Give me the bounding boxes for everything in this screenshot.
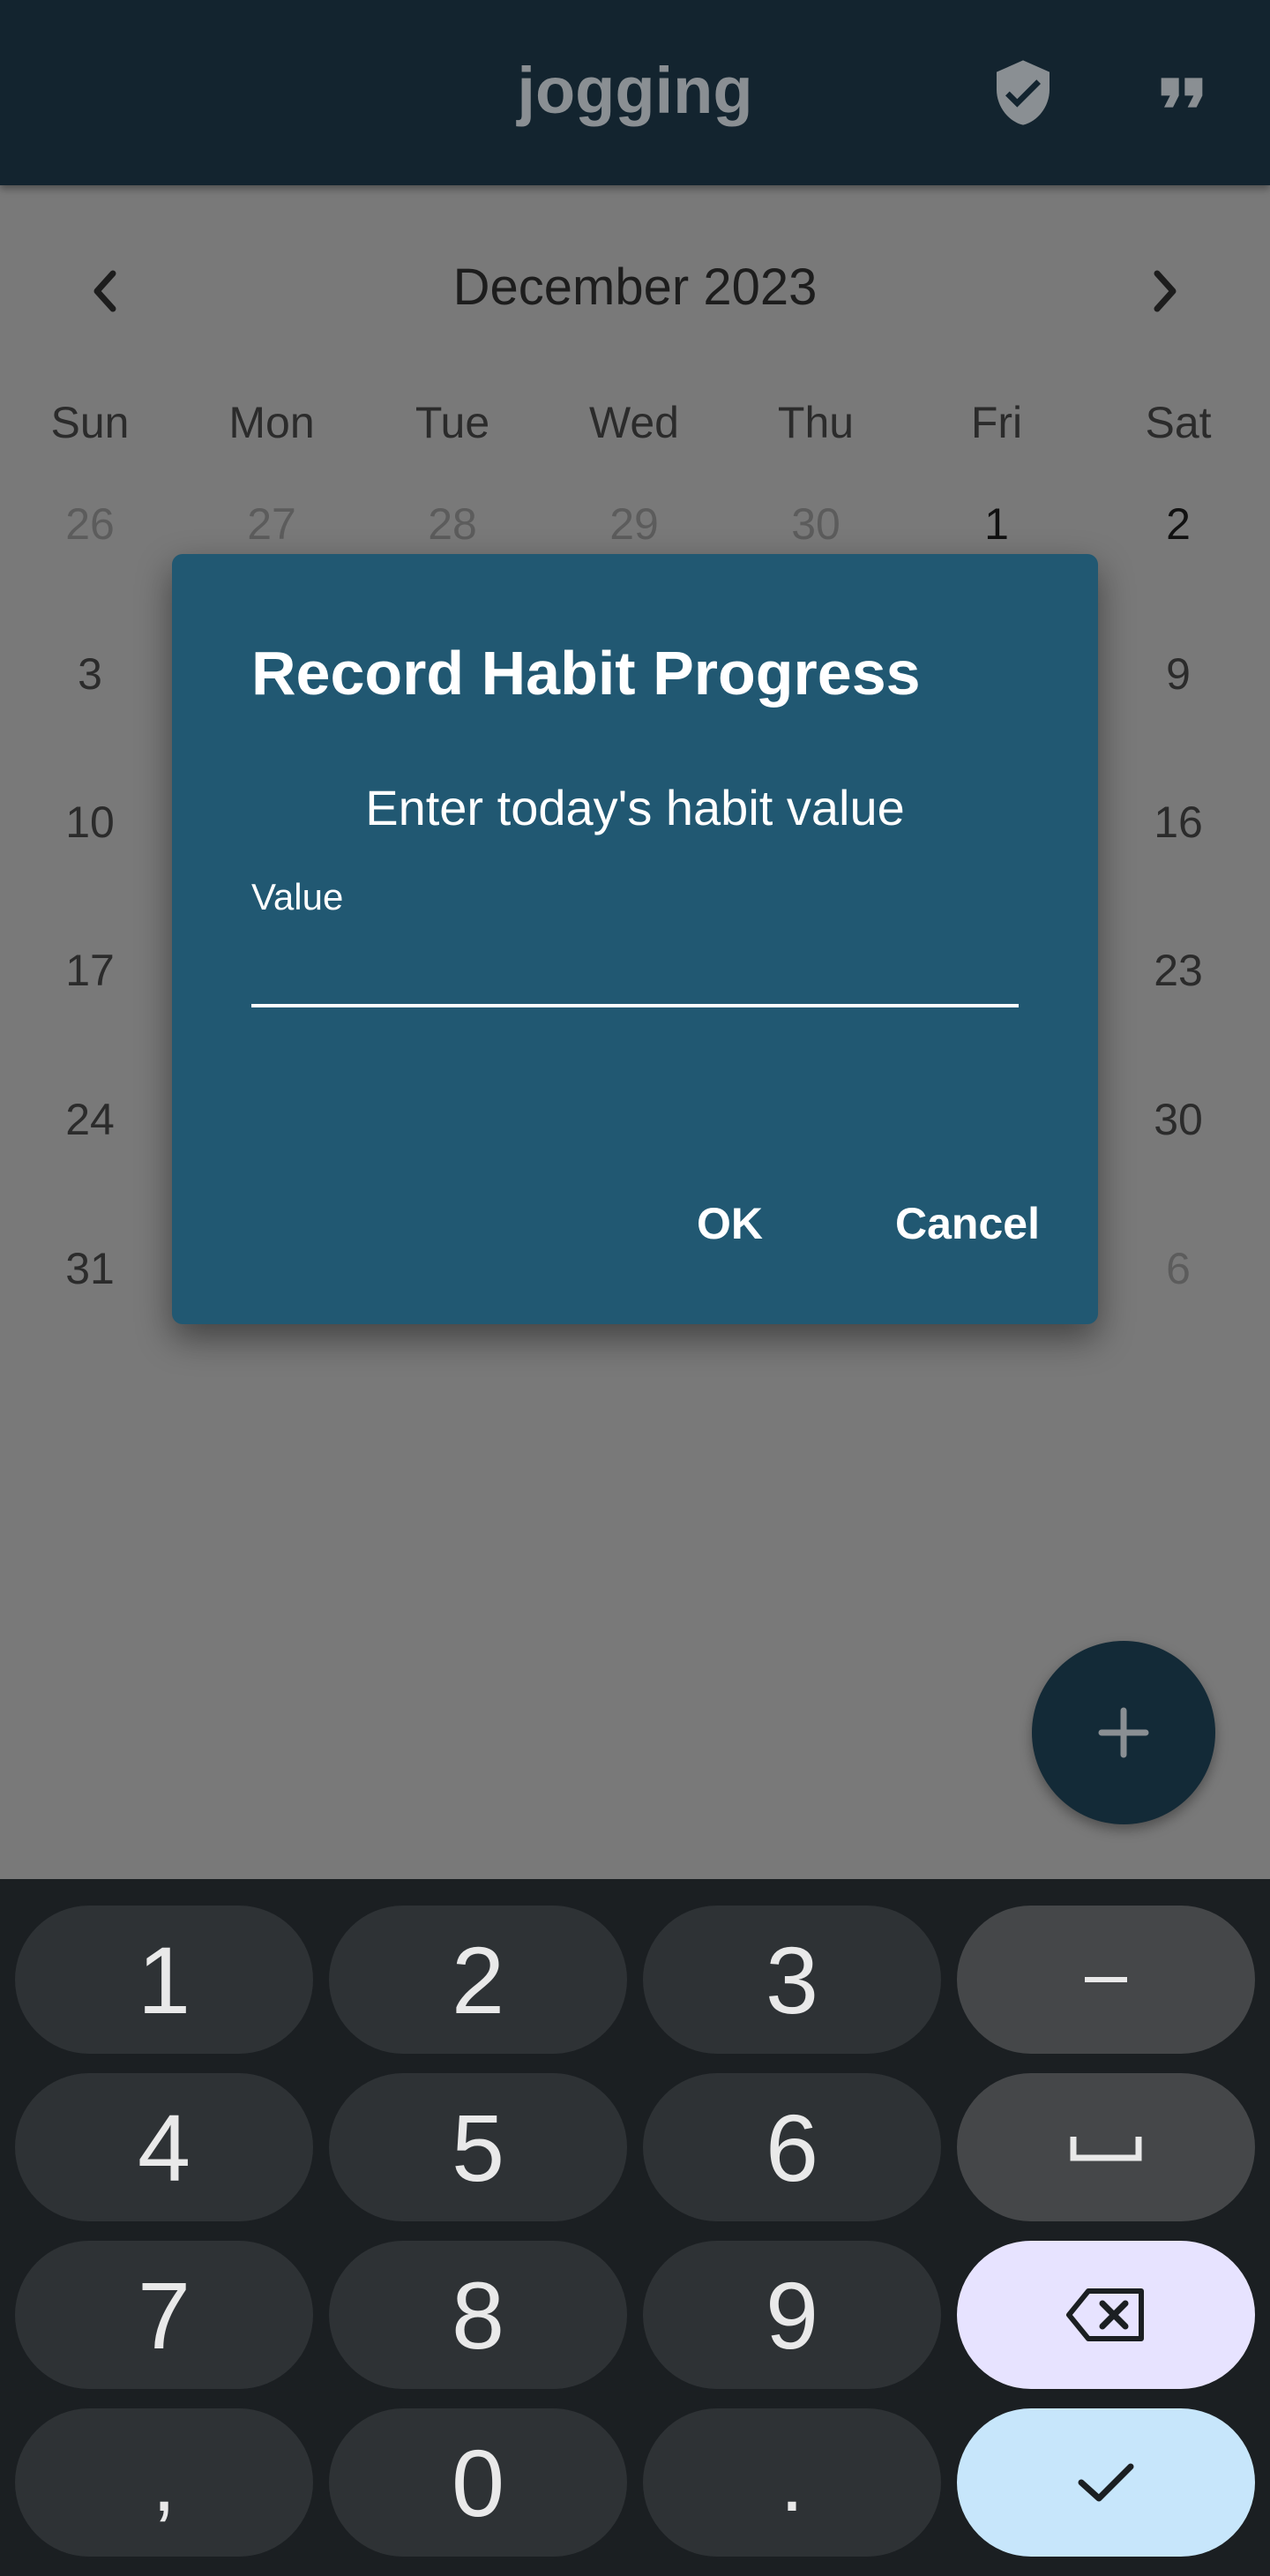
calendar-day[interactable]: 16	[1112, 797, 1244, 848]
dialog-title: Record Habit Progress	[251, 639, 921, 708]
add-fab-button[interactable]	[1032, 1641, 1215, 1824]
weekday-label: Sat	[1145, 398, 1212, 447]
calendar-day[interactable]: 6	[1112, 1243, 1244, 1294]
calendar-day[interactable]: 10	[24, 797, 156, 848]
key-1[interactable]: 1	[15, 1906, 313, 2054]
ok-button[interactable]: OK	[688, 1189, 772, 1258]
key-7[interactable]: 7	[15, 2241, 313, 2389]
key-5[interactable]: 5	[329, 2073, 627, 2221]
minus-icon	[1085, 1977, 1127, 1982]
record-progress-dialog: Record Habit Progress Enter today's habi…	[172, 554, 1098, 1324]
format-quote-icon[interactable]	[1147, 57, 1217, 128]
plus-icon	[1098, 1707, 1149, 1758]
weekday-label: Thu	[777, 398, 855, 447]
next-month-button[interactable]	[1138, 256, 1191, 326]
calendar-day[interactable]: 1	[930, 498, 1063, 550]
calendar-day[interactable]: 24	[24, 1094, 156, 1145]
calendar-day[interactable]: 29	[568, 498, 700, 550]
key-0[interactable]: 0	[329, 2408, 627, 2557]
key-done[interactable]	[957, 2408, 1255, 2557]
value-field-label: Value	[251, 876, 344, 917]
key-2[interactable]: 2	[329, 1906, 627, 2054]
calendar-day[interactable]: 30	[1112, 1094, 1244, 1145]
shield-check-icon[interactable]	[988, 57, 1058, 128]
month-title: December 2023	[452, 258, 818, 316]
checkmark-icon	[1078, 2463, 1134, 2502]
weekday-label: Wed	[589, 398, 679, 447]
numeric-keyboard: 1 2 3 4 5 6 7 8 9 , 0 .	[0, 1879, 1270, 2576]
key-9[interactable]: 9	[643, 2241, 941, 2389]
key-period[interactable]: .	[643, 2408, 941, 2557]
key-comma[interactable]: ,	[15, 2408, 313, 2557]
calendar-day[interactable]: 3	[24, 648, 156, 700]
cancel-button[interactable]: Cancel	[886, 1189, 1049, 1258]
calendar-day[interactable]: 30	[750, 498, 882, 550]
calendar-day[interactable]: 31	[24, 1243, 156, 1294]
key-4[interactable]: 4	[15, 2073, 313, 2221]
calendar-day[interactable]: 9	[1112, 648, 1244, 700]
weekday-label: Mon	[228, 398, 315, 447]
key-space[interactable]	[957, 2073, 1255, 2221]
calendar-day[interactable]: 27	[205, 498, 338, 550]
calendar-day[interactable]: 23	[1112, 945, 1244, 996]
app-bar: jogging	[0, 0, 1270, 185]
key-backspace[interactable]	[957, 2241, 1255, 2389]
calendar-day[interactable]: 17	[24, 945, 156, 996]
space-bar-icon	[1070, 2137, 1142, 2161]
weekday-label: Sun	[50, 398, 130, 447]
calendar-day[interactable]: 28	[386, 498, 519, 550]
key-minus[interactable]	[957, 1906, 1255, 2054]
value-input[interactable]	[251, 925, 1019, 1007]
key-6[interactable]: 6	[643, 2073, 941, 2221]
app-title: jogging	[517, 54, 753, 127]
key-8[interactable]: 8	[329, 2241, 627, 2389]
key-3[interactable]: 3	[643, 1906, 941, 2054]
chevron-right-icon	[1154, 270, 1177, 312]
weekday-label: Fri	[970, 398, 1023, 447]
dialog-message: Enter today's habit value	[365, 780, 905, 835]
calendar-day[interactable]: 2	[1112, 498, 1244, 550]
calendar-day[interactable]: 26	[24, 498, 156, 550]
weekday-label: Tue	[415, 398, 490, 447]
backspace-icon	[1066, 2288, 1144, 2341]
